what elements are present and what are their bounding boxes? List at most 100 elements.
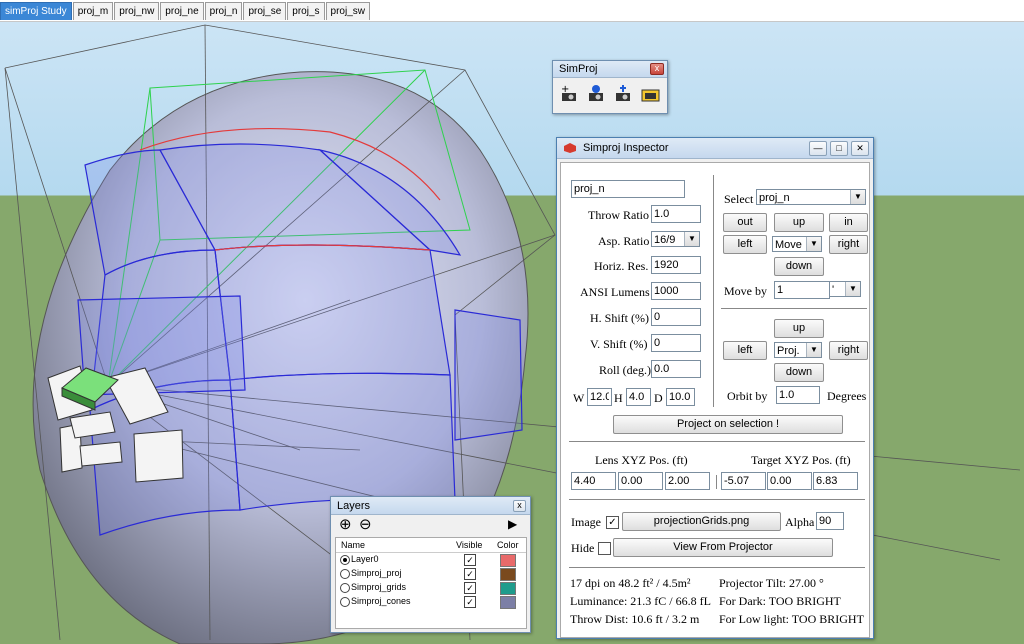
remove-layer-icon[interactable]: ⊖: [359, 517, 372, 532]
layer-color-swatch[interactable]: [500, 582, 516, 595]
tab-proj-ne[interactable]: proj_ne: [160, 2, 204, 20]
tilt-stat: Projector Tilt: 27.00 °: [719, 576, 824, 590]
project-on-selection-button[interactable]: Project on selection !: [613, 415, 843, 434]
lens-y-field[interactable]: [618, 472, 663, 490]
asp-ratio-select[interactable]: 16/9 ▼: [651, 231, 700, 247]
toolbar-titlebar: SimProj x: [553, 61, 667, 78]
d-field[interactable]: [666, 388, 695, 406]
lens-z-field[interactable]: [665, 472, 710, 490]
move-mode-select[interactable]: Move ▼: [772, 236, 822, 252]
move-up-button[interactable]: up: [774, 213, 824, 232]
target-z-field[interactable]: [813, 472, 858, 490]
col-color: Color: [497, 540, 519, 550]
projector-name-field[interactable]: [571, 180, 685, 198]
orbit-left-button[interactable]: left: [723, 341, 767, 360]
image-folder-icon[interactable]: [640, 84, 660, 104]
maximize-icon[interactable]: □: [830, 140, 848, 156]
layers-table: Name Visible Color Layer0 ✓ Simproj_proj ✓ S…: [335, 537, 527, 629]
hide-label: Hide: [571, 541, 595, 555]
target-y-field[interactable]: [767, 472, 812, 490]
view-from-projector-button[interactable]: View From Projector: [613, 538, 833, 557]
layers-header: Name Visible Color: [336, 538, 526, 553]
orbit-up-button[interactable]: up: [774, 319, 824, 338]
section-divider: [569, 499, 865, 500]
tab-proj-n[interactable]: proj_n: [204, 2, 243, 20]
w-label: W: [573, 391, 585, 405]
layer-color-swatch[interactable]: [500, 596, 516, 609]
image-label: Image: [571, 515, 601, 529]
simproj-inspector: Simproj Inspector — □ ✕ Throw Ratio Asp.…: [556, 137, 874, 639]
tab-proj-sw[interactable]: proj_sw: [325, 2, 370, 20]
table-row[interactable]: Simproj_cones ✓: [336, 595, 526, 609]
hshift-field[interactable]: [651, 308, 701, 326]
visible-checkbox[interactable]: ✓: [464, 568, 476, 580]
move-unit-select[interactable]: ' ▼: [829, 281, 861, 297]
chevron-down-icon: ▼: [806, 237, 821, 251]
active-layer-radio[interactable]: [340, 583, 350, 593]
layer-details-icon[interactable]: ▶: [508, 517, 517, 532]
active-layer-radio[interactable]: [340, 555, 350, 565]
close-icon[interactable]: ✕: [851, 140, 869, 156]
inspector-title: Simproj Inspector: [583, 142, 669, 154]
active-layer-radio[interactable]: [340, 569, 350, 579]
move-left-button[interactable]: left: [723, 235, 767, 254]
luminance-stat: Luminance: 21.3 fC / 66.8 fL: [570, 594, 711, 608]
orbit-down-button[interactable]: down: [774, 363, 824, 382]
table-row[interactable]: Simproj_grids ✓: [336, 581, 526, 595]
projector-select[interactable]: proj_n ▼: [756, 189, 866, 205]
image-checkbox[interactable]: ✓: [606, 516, 619, 529]
roll-field[interactable]: [651, 360, 701, 378]
close-icon[interactable]: x: [513, 499, 526, 512]
projector-info-icon[interactable]: [586, 84, 606, 104]
minimize-icon[interactable]: —: [809, 140, 827, 156]
move-out-button[interactable]: out: [723, 213, 767, 232]
section-divider: [569, 441, 865, 442]
add-projector-icon[interactable]: +: [559, 84, 579, 104]
active-layer-radio[interactable]: [340, 597, 350, 607]
tab-simproj-study[interactable]: simProj Study: [0, 2, 72, 20]
move-projector-icon[interactable]: [613, 84, 633, 104]
visible-checkbox[interactable]: ✓: [464, 596, 476, 608]
target-x-field[interactable]: [721, 472, 766, 490]
lumens-field[interactable]: [651, 282, 701, 300]
table-row[interactable]: Layer0 ✓: [336, 553, 526, 567]
chevron-down-icon: ▼: [845, 282, 860, 296]
add-layer-icon[interactable]: ⊕: [339, 517, 352, 532]
orbit-mode-select[interactable]: Proj. ▼: [774, 342, 822, 358]
visible-checkbox[interactable]: ✓: [464, 554, 476, 566]
layer-color-swatch[interactable]: [500, 568, 516, 581]
throw-ratio-field[interactable]: [651, 205, 701, 223]
tab-proj-m[interactable]: proj_m: [72, 2, 114, 20]
col-name: Name: [341, 540, 366, 550]
horiz-res-field[interactable]: [651, 256, 701, 274]
move-right-button[interactable]: right: [829, 235, 868, 254]
simproj-toolbar: SimProj x +: [552, 60, 668, 114]
move-mode-value: Move: [775, 239, 802, 251]
section-divider: [721, 308, 867, 309]
move-in-button[interactable]: in: [829, 213, 868, 232]
move-unit-value: ': [832, 284, 835, 296]
move-by-field[interactable]: [774, 281, 830, 299]
chevron-down-icon: ▼: [684, 232, 699, 246]
w-field[interactable]: [587, 388, 612, 406]
tab-proj-se[interactable]: proj_se: [243, 2, 287, 20]
hide-checkbox[interactable]: [598, 542, 611, 555]
tab-proj-s[interactable]: proj_s: [287, 2, 325, 20]
table-row[interactable]: Simproj_proj ✓: [336, 567, 526, 581]
orbit-by-field[interactable]: [776, 386, 820, 404]
visible-checkbox[interactable]: ✓: [464, 582, 476, 594]
orbit-right-button[interactable]: right: [829, 341, 868, 360]
image-file-button[interactable]: projectionGrids.png: [622, 512, 781, 531]
inspector-body: Throw Ratio Asp. Ratio 16/9 ▼ Horiz. Res.…: [560, 162, 870, 638]
h-field[interactable]: [626, 388, 651, 406]
move-by-label: Move by: [724, 284, 767, 298]
close-icon[interactable]: x: [650, 63, 664, 75]
layer-color-swatch[interactable]: [500, 554, 516, 567]
alpha-field[interactable]: [816, 512, 844, 530]
tab-proj-nw[interactable]: proj_nw: [114, 2, 160, 20]
asp-ratio-label: Asp. Ratio: [598, 234, 650, 248]
layer-name: Simproj_cones: [351, 596, 411, 606]
move-down-button[interactable]: down: [774, 257, 824, 276]
vshift-field[interactable]: [651, 334, 701, 352]
lens-x-field[interactable]: [571, 472, 616, 490]
